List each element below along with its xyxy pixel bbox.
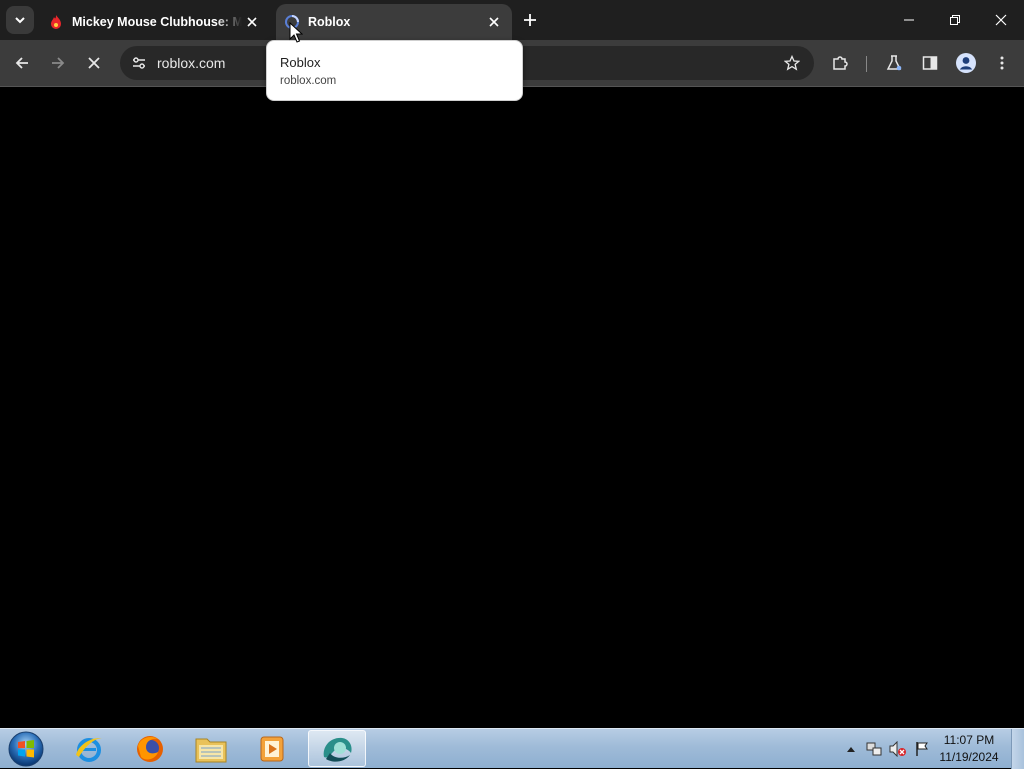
- restore-icon: [950, 15, 960, 25]
- tune-icon: [133, 57, 145, 69]
- site-info-button[interactable]: [126, 50, 152, 76]
- taskbar-app-media-player[interactable]: [243, 730, 301, 767]
- labs-button[interactable]: [878, 47, 910, 79]
- tab-strip: Mickey Mouse Clubhouse: Mic Roblox: [0, 0, 1024, 40]
- side-panel-icon: [922, 56, 938, 70]
- forward-button[interactable]: [42, 47, 74, 79]
- tab-title: Mickey Mouse Clubhouse: Mic: [72, 15, 242, 29]
- stop-loading-button[interactable]: [78, 47, 110, 79]
- side-panel-button[interactable]: [914, 47, 946, 79]
- avatar-icon: [956, 53, 976, 73]
- clock-date: 11/19/2024: [939, 750, 999, 764]
- taskbar-clock[interactable]: 11:07 PM 11/19/2024: [934, 732, 1004, 766]
- volume-muted-icon: [889, 741, 906, 757]
- restore-button[interactable]: [932, 0, 978, 40]
- minimize-icon: [904, 19, 914, 21]
- flag-icon: [916, 742, 928, 756]
- close-icon: [88, 57, 100, 69]
- page-content[interactable]: [0, 87, 1024, 728]
- toolbar-divider: [866, 56, 867, 72]
- red-flame-icon: [51, 15, 61, 29]
- taskbar-app-file-explorer[interactable]: [182, 730, 240, 767]
- extensions-button[interactable]: [824, 47, 856, 79]
- firefox-icon: [137, 735, 163, 762]
- hover-card-url: roblox.com: [280, 75, 337, 87]
- menu-button[interactable]: [986, 47, 1018, 79]
- minimize-button[interactable]: [886, 0, 932, 40]
- bookmark-button[interactable]: [780, 51, 804, 75]
- tab-title: Roblox: [308, 15, 351, 29]
- tab-roblox[interactable]: Roblox: [276, 4, 512, 40]
- tray-volume[interactable]: [888, 729, 908, 769]
- star-icon: [784, 55, 800, 71]
- address-text[interactable]: roblox.com: [157, 55, 225, 71]
- network-icon: [866, 742, 882, 756]
- close-window-button[interactable]: [978, 0, 1024, 40]
- media-player-icon: [260, 736, 284, 761]
- profile-button[interactable]: [950, 47, 982, 79]
- flask-icon: [886, 55, 902, 71]
- clock-time: 11:07 PM: [943, 733, 995, 747]
- internet-explorer-icon: [76, 737, 102, 762]
- close-icon: [995, 14, 1007, 26]
- back-button[interactable]: [6, 47, 38, 79]
- close-tab-icon[interactable]: [242, 12, 262, 32]
- taskbar-app-firefox[interactable]: [121, 730, 179, 767]
- show-desktop-button[interactable]: [1011, 729, 1024, 769]
- start-button[interactable]: [4, 730, 48, 768]
- chevron-up-icon: [847, 747, 855, 752]
- tray-action-center[interactable]: [912, 729, 932, 769]
- show-hidden-icons-button[interactable]: [844, 729, 858, 769]
- tab-hover-card: Roblox roblox.com: [266, 40, 523, 101]
- puzzle-icon: [833, 56, 848, 70]
- arrow-left-icon: [15, 57, 28, 69]
- chrome-beta-icon: [323, 737, 352, 762]
- more-vertical-icon: [1000, 56, 1004, 70]
- taskbar-app-internet-explorer[interactable]: [60, 730, 118, 767]
- chevron-down-icon: [15, 17, 25, 24]
- windows-orb-icon: [8, 731, 44, 767]
- tab-search-button[interactable]: [6, 6, 34, 34]
- hover-card-title: Roblox: [280, 55, 321, 70]
- close-tab-icon[interactable]: [484, 12, 504, 32]
- file-explorer-icon: [195, 738, 227, 762]
- taskbar-app-chrome[interactable]: [308, 730, 366, 767]
- plus-icon: [524, 14, 536, 26]
- taskbar: 11:07 PM 11/19/2024: [0, 728, 1024, 769]
- tab-mickey-mouse[interactable]: Mickey Mouse Clubhouse: Mic: [40, 4, 270, 40]
- tray-network[interactable]: [864, 729, 884, 769]
- arrow-right-icon: [52, 57, 65, 69]
- new-tab-button[interactable]: [518, 8, 542, 32]
- mouse-cursor-icon: [289, 22, 303, 43]
